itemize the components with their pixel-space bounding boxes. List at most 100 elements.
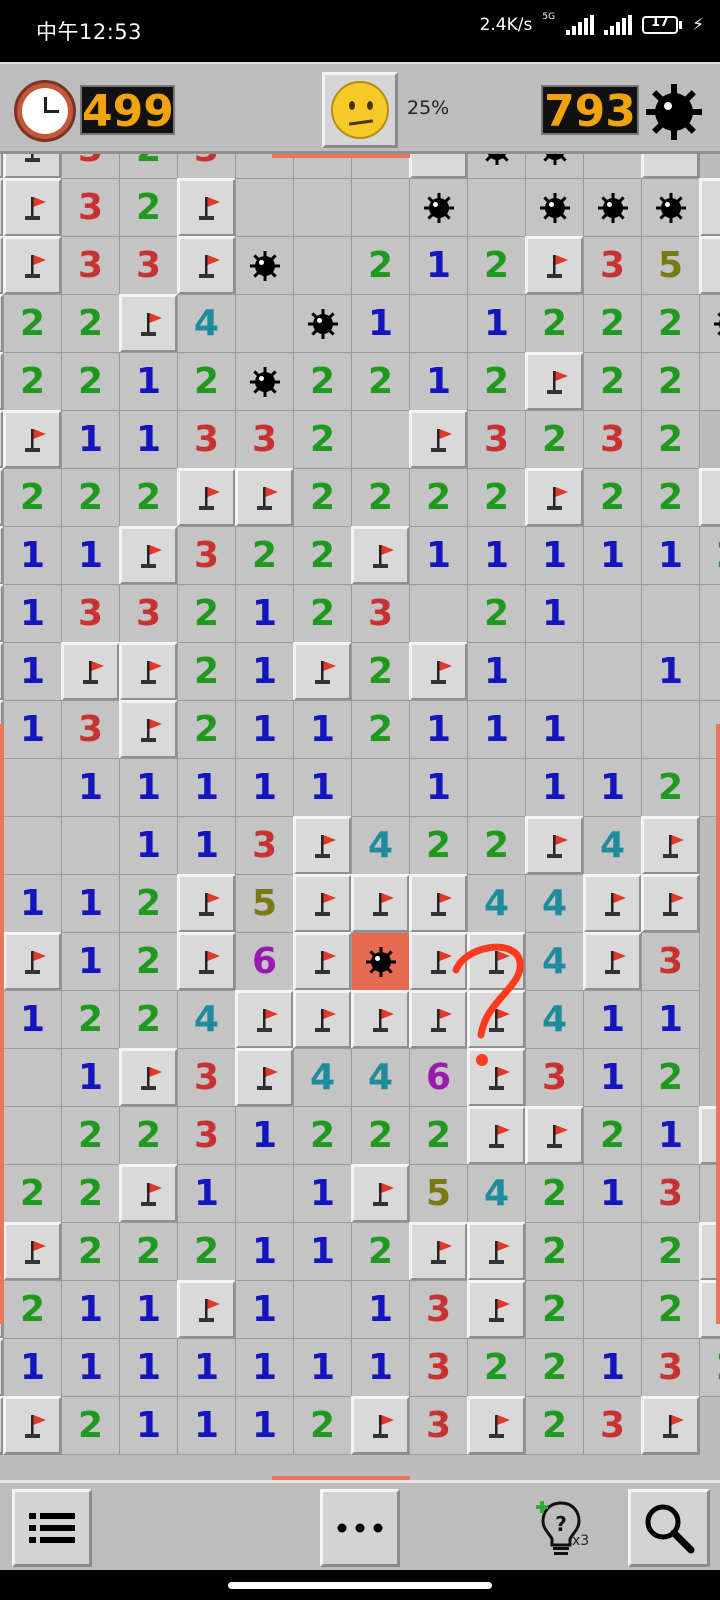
cell-number[interactable]: 1 xyxy=(3,526,62,585)
cell-number[interactable]: 1 xyxy=(61,526,120,585)
cell-empty[interactable] xyxy=(699,352,720,411)
cell-number[interactable]: 3 xyxy=(119,584,178,643)
cell-number[interactable]: 2 xyxy=(641,352,700,411)
cell-number[interactable]: 2 xyxy=(467,468,526,527)
cell-flagged[interactable] xyxy=(177,178,236,237)
cell-number[interactable]: 2 xyxy=(641,1048,700,1107)
cell-number[interactable]: 2 xyxy=(119,1222,178,1281)
cell-number[interactable]: 2 xyxy=(3,352,62,411)
cell-number[interactable]: 1 xyxy=(351,1338,410,1397)
cell-number[interactable]: 2 xyxy=(409,816,468,875)
reset-face-button[interactable] xyxy=(322,72,398,148)
cell-number[interactable]: 1 xyxy=(293,700,352,759)
cell-flagged[interactable] xyxy=(351,990,410,1049)
cell-flagged[interactable] xyxy=(351,1396,410,1455)
cell-number[interactable]: 3 xyxy=(583,236,642,295)
cell-flagged[interactable] xyxy=(119,294,178,353)
cell-number[interactable]: 2 xyxy=(61,990,120,1049)
cell-number[interactable]: 4 xyxy=(467,1164,526,1223)
cell-number[interactable]: 5 xyxy=(409,1164,468,1223)
cell-number[interactable]: 2 xyxy=(467,352,526,411)
cell-number[interactable]: 2 xyxy=(583,1106,642,1165)
cell-number[interactable]: 2 xyxy=(641,468,700,527)
cell-number[interactable]: 2 xyxy=(467,816,526,875)
cell-number[interactable]: 2 xyxy=(3,1164,62,1223)
cell-number[interactable]: 1 xyxy=(3,584,62,643)
cell-number[interactable]: 1 xyxy=(61,758,120,817)
cell-number[interactable]: 2 xyxy=(351,1222,410,1281)
cell-number[interactable]: 1 xyxy=(235,1338,294,1397)
minefield[interactable]: 3233233212352241122222122212221133232322… xyxy=(0,154,720,1480)
cell-empty[interactable] xyxy=(525,642,584,701)
cell-number[interactable]: 2 xyxy=(3,294,62,353)
cell-flagged[interactable] xyxy=(467,1106,526,1165)
cell-number[interactable]: 1 xyxy=(525,584,584,643)
cell-number[interactable]: 2 xyxy=(351,1106,410,1165)
cell-number[interactable]: 3 xyxy=(177,154,236,179)
cell-mine[interactable] xyxy=(699,294,720,353)
cell-empty[interactable] xyxy=(583,1222,642,1281)
cell-number[interactable]: 5 xyxy=(235,874,294,933)
cell-mine[interactable] xyxy=(525,154,584,179)
cell-flagged[interactable] xyxy=(177,1280,236,1339)
cell-number[interactable]: 2 xyxy=(525,294,584,353)
cell-number[interactable]: 2 xyxy=(61,1106,120,1165)
cell-number[interactable]: 3 xyxy=(409,1396,468,1455)
cell-empty[interactable] xyxy=(641,584,700,643)
cell-empty[interactable] xyxy=(3,758,62,817)
cell-flagged[interactable] xyxy=(235,1048,294,1107)
cell-flagged[interactable] xyxy=(525,816,584,875)
cell-number[interactable]: 1 xyxy=(119,1396,178,1455)
cell-flagged[interactable] xyxy=(409,874,468,933)
cell-flagged[interactable] xyxy=(119,1048,178,1107)
cell-flagged[interactable] xyxy=(177,932,236,991)
cell-number[interactable]: 1 xyxy=(119,816,178,875)
cell-number[interactable]: 2 xyxy=(467,1338,526,1397)
cell-number[interactable]: 1 xyxy=(351,294,410,353)
cell-number[interactable]: 2 xyxy=(525,1396,584,1455)
cell-empty[interactable] xyxy=(583,700,642,759)
cell-number[interactable]: 3 xyxy=(235,816,294,875)
cell-number[interactable]: 1 xyxy=(293,758,352,817)
cell-number[interactable]: 3 xyxy=(61,236,120,295)
cell-flagged[interactable] xyxy=(177,874,236,933)
cell-number[interactable]: 1 xyxy=(61,874,120,933)
cell-empty[interactable] xyxy=(583,642,642,701)
cell-number[interactable]: 2 xyxy=(583,468,642,527)
cell-mine[interactable] xyxy=(525,178,584,237)
cell-number[interactable]: 1 xyxy=(177,1164,236,1223)
cell-flagged[interactable] xyxy=(3,154,62,179)
cell-number[interactable]: 1 xyxy=(699,584,720,643)
cell-number[interactable]: 3 xyxy=(61,178,120,237)
cell-empty[interactable] xyxy=(293,1280,352,1339)
cell-flagged[interactable] xyxy=(235,990,294,1049)
cell-flagged[interactable] xyxy=(177,468,236,527)
cell-number[interactable]: 1 xyxy=(583,758,642,817)
cell-empty[interactable] xyxy=(293,236,352,295)
cell-number[interactable]: 2 xyxy=(293,468,352,527)
cell-hidden[interactable] xyxy=(699,178,720,237)
cell-number[interactable]: 3 xyxy=(177,1106,236,1165)
cell-number[interactable]: 1 xyxy=(293,1222,352,1281)
cell-number[interactable]: 2 xyxy=(525,1338,584,1397)
cell-number[interactable]: 1 xyxy=(177,1396,236,1455)
cell-number[interactable]: 6 xyxy=(235,932,294,991)
cell-number[interactable]: 3 xyxy=(177,526,236,585)
cell-number[interactable]: 1 xyxy=(409,236,468,295)
cell-number[interactable]: 2 xyxy=(61,1164,120,1223)
cell-hidden[interactable] xyxy=(641,154,700,179)
cell-number[interactable]: 1 xyxy=(467,642,526,701)
cell-number[interactable]: 2 xyxy=(351,468,410,527)
cell-number[interactable]: 1 xyxy=(61,1338,120,1397)
cell-flagged[interactable] xyxy=(583,874,642,933)
cell-number[interactable]: 2 xyxy=(177,642,236,701)
cell-number[interactable]: 1 xyxy=(235,1396,294,1455)
cell-empty[interactable] xyxy=(235,1164,294,1223)
cell-empty[interactable] xyxy=(3,816,62,875)
cell-empty[interactable] xyxy=(409,294,468,353)
cell-number[interactable]: 2 xyxy=(119,990,178,1049)
cell-number[interactable]: 4 xyxy=(525,874,584,933)
cell-number[interactable]: 3 xyxy=(583,410,642,469)
cell-number[interactable]: 3 xyxy=(61,700,120,759)
cell-number[interactable]: 3 xyxy=(119,236,178,295)
